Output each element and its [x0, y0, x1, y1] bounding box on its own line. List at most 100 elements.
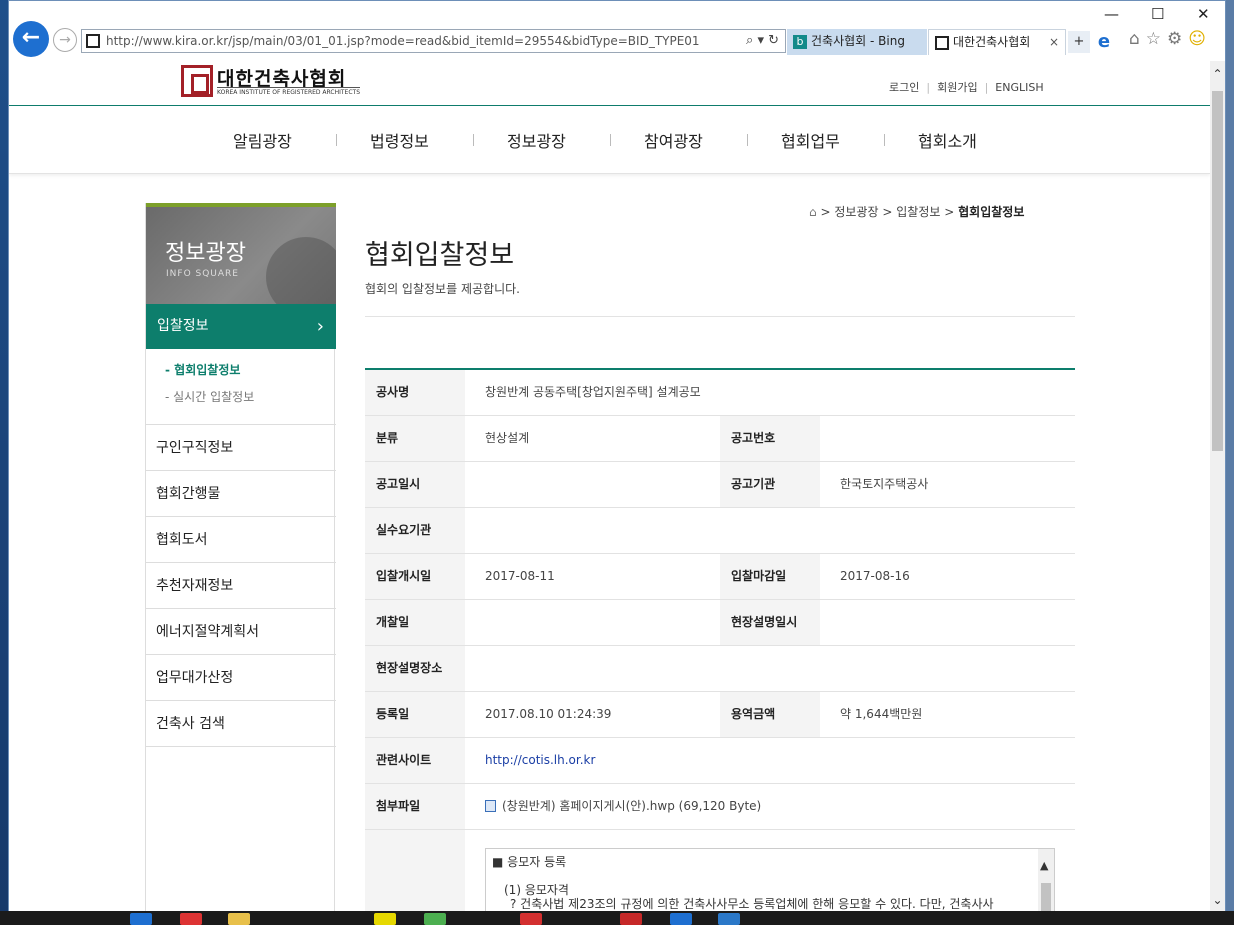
tab-label: 대한건축사협회 [953, 35, 1031, 49]
page-description: 협회의 입찰정보를 제공합니다. [365, 282, 520, 296]
close-window-button[interactable]: ✕ [1197, 5, 1210, 23]
title-divider [365, 316, 1075, 317]
tab-label: 건축사협회 - Bing [811, 34, 905, 48]
field-label: 분류 [365, 416, 465, 461]
join-link[interactable]: 회원가입 [937, 81, 977, 94]
table-row: 개찰일 현장설명일시 [365, 600, 1075, 646]
table-row: 첨부파일 (창원반계) 홈페이지게시(안).hwp (69,120 Byte) [365, 784, 1075, 830]
side-nav-item-materials[interactable]: 추천자재정보 [146, 563, 336, 609]
logo-mark-icon [181, 65, 213, 97]
ie-icon: e [1097, 31, 1111, 52]
side-nav-bid-info[interactable]: 입찰정보 › [146, 304, 336, 349]
field-value [465, 462, 485, 507]
chevron-right-icon: › [316, 316, 324, 337]
description-box[interactable]: ■ 응모자 등록 (1) 응모자격 ? 건축사법 제23조의 규정에 의한 건축… [485, 848, 1055, 911]
gnb-item-participation[interactable]: 참여광장 [644, 128, 703, 152]
field-label: 용역금액 [720, 692, 820, 737]
side-nav-item-publications[interactable]: 협회간행물 [146, 471, 336, 517]
english-link[interactable]: ENGLISH [995, 81, 1043, 94]
field-value: 2017.08.10 01:24:39 [485, 707, 612, 721]
field-label: 공고기관 [720, 462, 820, 507]
field-label: 등록일 [365, 692, 465, 737]
address-url[interactable]: http://www.kira.or.kr/jsp/main/03/01_01.… [106, 34, 700, 48]
side-nav-title: 정보광장 [165, 241, 246, 266]
field-label: 첨부파일 [365, 784, 465, 829]
login-link[interactable]: 로그인 [889, 81, 919, 94]
field-label: 공사명 [365, 370, 465, 415]
page-scrollbar[interactable]: ⌃ ⌄ [1210, 61, 1225, 911]
table-row: 공고일시 공고기관 한국토지주택공사 [365, 462, 1075, 508]
chevron-down-icon[interactable]: ⌄ [1210, 893, 1225, 907]
web-page: 대한건축사협회 KOREA INSTITUTE OF REGISTERED AR… [9, 61, 1210, 911]
site-favicon-icon [86, 34, 100, 48]
side-nav-banner: 정보광장 INFO SQUARE [146, 203, 336, 304]
table-row: ■ 응모자 등록 (1) 응모자격 ? 건축사법 제23조의 규정에 의한 건축… [365, 830, 1075, 911]
tab-kira[interactable]: 대한건축사협회 × [928, 29, 1066, 55]
table-row: 실수요기관 [365, 508, 1075, 554]
new-tab-button[interactable]: + [1068, 31, 1090, 53]
taskbar-app-icon[interactable] [620, 913, 642, 925]
side-nav-item-architect-search[interactable]: 건축사 검색 [146, 701, 336, 747]
gnb-item-about[interactable]: 협회소개 [918, 128, 977, 152]
side-nav-item-energy[interactable]: 에너지절약계획서 [146, 609, 336, 655]
home-icon[interactable]: ⌂ [1129, 29, 1146, 49]
close-tab-icon[interactable]: × [1049, 30, 1059, 55]
forward-button[interactable]: → [53, 28, 77, 52]
side-nav-item-jobs[interactable]: 구인구직정보 [146, 425, 336, 471]
field-value: 한국토지주택공사 [840, 477, 929, 491]
file-icon [485, 800, 496, 812]
desktop-background [0, 0, 8, 925]
main-nav: 알림광장 법령정보 정보광장 참여광장 협회업무 협회소개 [9, 106, 1210, 174]
gnb-item-business[interactable]: 협회업무 [781, 128, 840, 152]
table-row: 분류 현상설계 공고번호 [365, 416, 1075, 462]
gear-icon[interactable]: ⚙ [1167, 29, 1188, 49]
breadcrumb-level1[interactable]: 정보광장 [834, 205, 878, 219]
gnb-item-info[interactable]: 정보광장 [507, 128, 566, 152]
taskbar-app-icon[interactable] [520, 913, 542, 925]
scrollbar-thumb[interactable] [1212, 91, 1223, 451]
memo-scrollbar[interactable]: ▲ [1038, 849, 1054, 911]
taskbar-app-icon[interactable] [180, 913, 202, 925]
taskbar-app-icon[interactable] [374, 913, 396, 925]
table-row: 입찰개시일 2017-08-11 입찰마감일 2017-08-16 [365, 554, 1075, 600]
field-value [465, 508, 485, 553]
taskbar-app-icon[interactable] [130, 913, 152, 925]
field-value [465, 600, 485, 645]
address-tools[interactable]: ⌕ ▾ ↻ [746, 33, 779, 48]
tab-bing[interactable]: b 건축사협회 - Bing [787, 29, 927, 55]
bid-detail-table: 공사명 창원반계 공동주택[창업지원주택] 설계공모 분류 현상설계 공고번호 … [365, 368, 1075, 911]
field-label: 공고일시 [365, 462, 465, 507]
side-nav-item-books[interactable]: 협회도서 [146, 517, 336, 563]
taskbar-app-icon[interactable] [670, 913, 692, 925]
related-site-link[interactable]: http://cotis.lh.or.kr [485, 753, 595, 767]
favorites-star-icon[interactable]: ☆ [1146, 29, 1167, 49]
field-label: 현장설명장소 [365, 646, 465, 691]
side-nav-item-fee[interactable]: 업무대가산정 [146, 655, 336, 701]
minimize-button[interactable]: — [1104, 5, 1119, 23]
side-nav-submenu: - 협회입찰정보 - 실시간 입찰정보 [146, 349, 336, 425]
maximize-button[interactable]: ☐ [1151, 5, 1164, 23]
attachment-link[interactable]: (창원반계) 홈페이지게시(안).hwp (69,120 Byte) [502, 799, 761, 813]
smiley-feedback-icon[interactable]: ☺ [1188, 29, 1212, 49]
taskbar-app-icon[interactable] [424, 913, 446, 925]
taskbar-app-icon[interactable] [228, 913, 250, 925]
submenu-realtime-bids[interactable]: - 실시간 입찰정보 [165, 388, 254, 405]
submenu-association-bids[interactable]: - 협회입찰정보 [165, 361, 240, 378]
table-row: 등록일 2017.08.10 01:24:39 용역금액 약 1,644백만원 [365, 692, 1075, 738]
gnb-item-notice[interactable]: 알림광장 [233, 128, 292, 152]
address-bar[interactable]: http://www.kira.or.kr/jsp/main/03/01_01.… [81, 29, 786, 53]
back-button[interactable]: ← [13, 21, 49, 57]
browser-window: ← → http://www.kira.or.kr/jsp/main/03/01… [8, 0, 1226, 911]
field-value [820, 600, 840, 645]
taskbar-app-icon[interactable] [718, 913, 740, 925]
site-favicon-icon [935, 36, 949, 50]
toolbar-icons: ⌂☆⚙☺ [1129, 29, 1212, 49]
chevron-up-icon[interactable]: ⌃ [1210, 67, 1225, 81]
breadcrumb-level2[interactable]: 입찰정보 [896, 205, 940, 219]
gnb-item-law[interactable]: 법령정보 [370, 128, 429, 152]
chevron-up-icon[interactable]: ▲ [1040, 859, 1048, 872]
field-label: 관련사이트 [365, 738, 465, 783]
home-icon[interactable]: ⌂ [809, 205, 817, 219]
field-value: (창원반계) 홈페이지게시(안).hwp (69,120 Byte) [465, 784, 761, 829]
field-label: 개찰일 [365, 600, 465, 645]
